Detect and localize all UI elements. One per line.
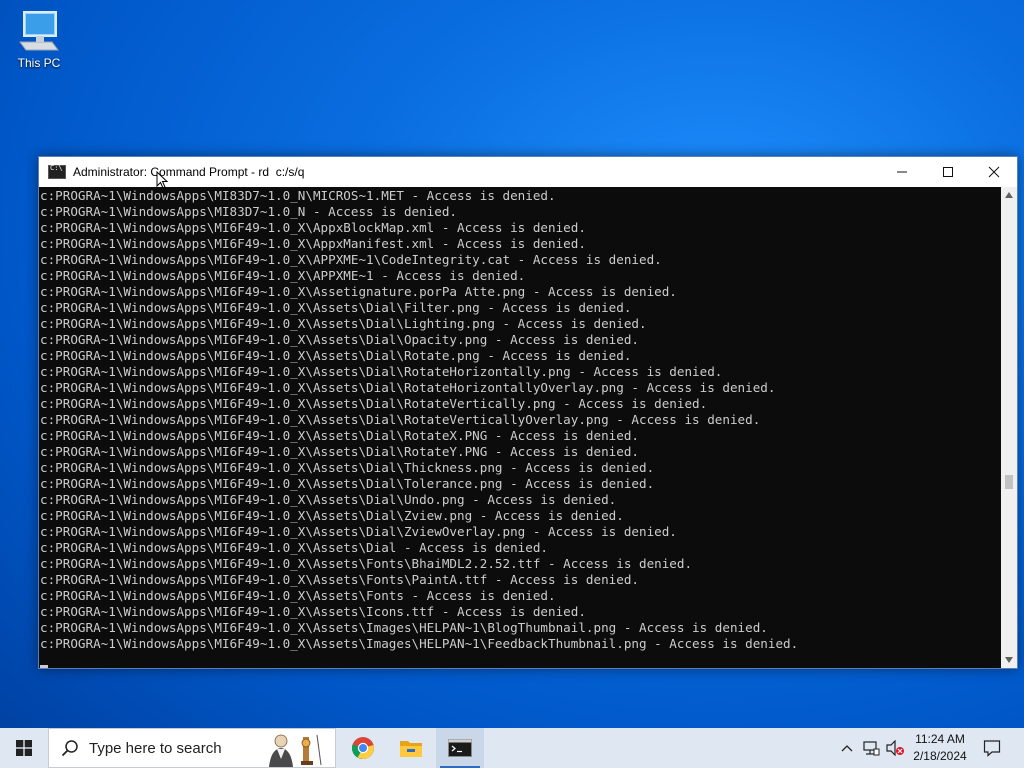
console-line: c:PROGRA~1\WindowsApps\MI83D7~1.0_N\MICR… (40, 188, 556, 203)
action-center-button[interactable] (978, 728, 1006, 768)
network-status[interactable] (860, 728, 882, 768)
maximize-icon (943, 167, 953, 177)
taskbar-search-box[interactable]: Type here to search (48, 728, 336, 768)
search-placeholder: Type here to search (89, 739, 222, 757)
computer-icon (19, 11, 59, 51)
console-text: c:PROGRA~1\WindowsApps\MI83D7~1.0_N\MICR… (39, 187, 1001, 652)
chrome-icon (352, 737, 374, 759)
network-icon (863, 741, 880, 756)
taskbar-chrome[interactable] (340, 728, 386, 768)
mouse-pointer-icon (156, 171, 168, 189)
chevron-down-icon (1005, 657, 1013, 663)
file-explorer-icon (400, 741, 422, 757)
console-line: c:PROGRA~1\WindowsApps\MI6F49~1.0_X\Asse… (40, 476, 655, 491)
console-output[interactable]: c:PROGRA~1\WindowsApps\MI83D7~1.0_N\MICR… (39, 187, 1001, 668)
console-line: c:PROGRA~1\WindowsApps\MI6F49~1.0_X\Asse… (40, 412, 761, 427)
show-hidden-icons-button[interactable] (838, 728, 856, 768)
action-center-icon (983, 740, 1001, 757)
command-prompt-window[interactable]: Administrator: Command Prompt - rd c:/s/… (38, 156, 1018, 669)
console-line: c:PROGRA~1\WindowsApps\MI6F49~1.0_X\Asse… (40, 332, 639, 347)
console-line: c:PROGRA~1\WindowsApps\MI6F49~1.0_X\Asse… (40, 396, 708, 411)
chevron-up-icon (841, 745, 853, 752)
taskbar-command-prompt[interactable] (436, 728, 484, 768)
console-line: c:PROGRA~1\WindowsApps\MI6F49~1.0_X\APPX… (40, 268, 526, 283)
console-line: c:PROGRA~1\WindowsApps\MI6F49~1.0_X\Asse… (40, 348, 632, 363)
window-title: Administrator: Command Prompt - rd c:/s/… (73, 165, 305, 179)
maximize-button[interactable] (925, 157, 971, 187)
console-line: c:PROGRA~1\WindowsApps\MI6F49~1.0_X\Asse… (40, 364, 723, 379)
console-line: c:PROGRA~1\WindowsApps\MI6F49~1.0_X\Asse… (40, 556, 693, 571)
minimize-icon (897, 171, 907, 173)
console-line: c:PROGRA~1\WindowsApps\MI6F49~1.0_X\Asse… (40, 588, 556, 603)
console-line: c:PROGRA~1\WindowsApps\MI6F49~1.0_X\Asse… (40, 540, 548, 555)
console-line: c:PROGRA~1\WindowsApps\MI6F49~1.0_X\APPX… (40, 252, 662, 267)
chevron-up-icon (1005, 192, 1013, 198)
scroll-down-button[interactable] (1001, 652, 1017, 668)
console-line: c:PROGRA~1\WindowsApps\MI6F49~1.0_X\Asse… (40, 508, 624, 523)
console-line: c:PROGRA~1\WindowsApps\MI6F49~1.0_X\Asse… (40, 492, 617, 507)
console-line: c:PROGRA~1\WindowsApps\MI6F49~1.0_X\Appx… (40, 220, 586, 235)
start-button[interactable] (0, 728, 48, 768)
console-line: c:PROGRA~1\WindowsApps\MI6F49~1.0_X\Asse… (40, 636, 799, 651)
console-line: c:PROGRA~1\WindowsApps\MI6F49~1.0_X\Asse… (40, 428, 639, 443)
scrollbar-thumb[interactable] (1005, 475, 1013, 489)
console-line: c:PROGRA~1\WindowsApps\MI6F49~1.0_X\Asse… (40, 316, 647, 331)
desktop-icon-this-pc[interactable]: This PC (12, 8, 66, 70)
console-line: c:PROGRA~1\WindowsApps\MI6F49~1.0_X\Asse… (40, 444, 639, 459)
console-line: c:PROGRA~1\WindowsApps\MI6F49~1.0_X\Asse… (40, 524, 677, 539)
console-line: c:PROGRA~1\WindowsApps\MI6F49~1.0_X\Asse… (40, 604, 586, 619)
taskbar-clock[interactable]: 11:24 AM 2/18/2024 (900, 731, 980, 765)
close-icon (988, 166, 1000, 178)
window-controls (879, 157, 1017, 187)
command-prompt-icon (48, 164, 66, 179)
title-bar[interactable]: Administrator: Command Prompt - rd c:/s/… (39, 157, 1017, 187)
console-line: c:PROGRA~1\WindowsApps\MI6F49~1.0_X\Appx… (40, 236, 586, 251)
search-icon (61, 740, 78, 757)
search-highlight-illustration (261, 731, 327, 767)
command-prompt-icon (448, 739, 472, 757)
minimize-button[interactable] (879, 157, 925, 187)
vertical-scrollbar[interactable] (1001, 187, 1017, 668)
scroll-up-button[interactable] (1001, 187, 1017, 203)
console-line: c:PROGRA~1\WindowsApps\MI6F49~1.0_X\Asse… (40, 620, 768, 635)
text-cursor (40, 665, 48, 668)
console-line: c:PROGRA~1\WindowsApps\MI6F49~1.0_X\Asse… (40, 380, 776, 395)
windows-logo-icon (16, 740, 32, 756)
close-button[interactable] (971, 157, 1017, 187)
console-line: c:PROGRA~1\WindowsApps\MI83D7~1.0_N - Ac… (40, 204, 458, 219)
console-line: c:PROGRA~1\WindowsApps\MI6F49~1.0_X\Asse… (40, 300, 632, 315)
clock-time: 11:24 AM (915, 732, 965, 746)
desktop-icon-label: This PC (17, 56, 61, 70)
taskbar: Type here to search 11:24 AM 2/18/2024 (0, 728, 1024, 768)
taskbar-file-explorer[interactable] (388, 728, 434, 768)
console-line: c:PROGRA~1\WindowsApps\MI6F49~1.0_X\Asse… (40, 572, 639, 587)
clock-date: 2/18/2024 (913, 749, 967, 763)
console-line: c:PROGRA~1\WindowsApps\MI6F49~1.0_X\Asse… (40, 284, 677, 299)
console-line: c:PROGRA~1\WindowsApps\MI6F49~1.0_X\Asse… (40, 460, 655, 475)
